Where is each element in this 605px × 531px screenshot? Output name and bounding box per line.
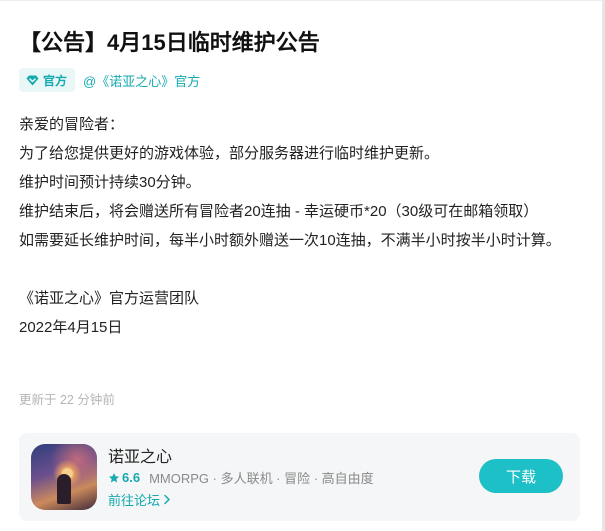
forum-link-label: 前往论坛	[108, 493, 161, 508]
updated-time: 更新于 22 分钟前	[19, 393, 115, 407]
body-line: 为了给您提供更好的游戏体验，部分服务器进行临时维护更新。	[19, 145, 440, 162]
post-meta: 官方 @《诺亚之心》官方	[19, 68, 200, 92]
star-icon	[109, 472, 119, 482]
forum-link[interactable]: 前往论坛	[108, 490, 171, 509]
official-badge-label: 官方	[43, 73, 68, 88]
chevron-right-icon	[164, 494, 170, 505]
signature: 《诺亚之心》官方运营团队	[19, 290, 200, 307]
diamond-icon	[26, 75, 39, 85]
app-card[interactable]: 诺亚之心 6.6 MMORPG · 多人联机 · 冒险 · 高自由度 前往论坛 …	[19, 433, 580, 521]
body-line: 亲爱的冒险者：	[19, 116, 125, 133]
app-name[interactable]: 诺亚之心	[108, 443, 172, 467]
body-line: 维护结束后，将会赠送所有冒险者20连抽 - 幸运硬币*20（30级可在邮箱领取）	[19, 203, 539, 220]
post-date: 2022年4月15日	[19, 319, 123, 336]
app-tags: MMORPG · 多人联机 · 冒险 · 高自由度	[149, 471, 374, 486]
app-icon	[31, 444, 97, 510]
official-badge: 官方	[19, 68, 76, 92]
app-icon-figure	[57, 474, 71, 504]
body-line: 如需要延长维护时间，每半小时额外赠送一次10连抽，不满半小时按半小时计算。	[19, 232, 561, 249]
app-info: 6.6 MMORPG · 多人联机 · 冒险 · 高自由度	[108, 468, 374, 487]
post-title: 【公告】4月15日临时维护公告	[19, 30, 320, 55]
post-body: 亲爱的冒险者： 为了给您提供更好的游戏体验，部分服务器进行临时维护更新。 维护时…	[19, 110, 594, 342]
top-divider	[0, 0, 605, 1]
download-button[interactable]: 下载	[479, 459, 563, 493]
app-rating: 6.6	[108, 470, 140, 485]
author-link[interactable]: @《诺亚之心》官方	[83, 71, 200, 90]
rating-value: 6.6	[122, 470, 141, 485]
body-line: 维护时间预计持续30分钟。	[19, 174, 201, 191]
